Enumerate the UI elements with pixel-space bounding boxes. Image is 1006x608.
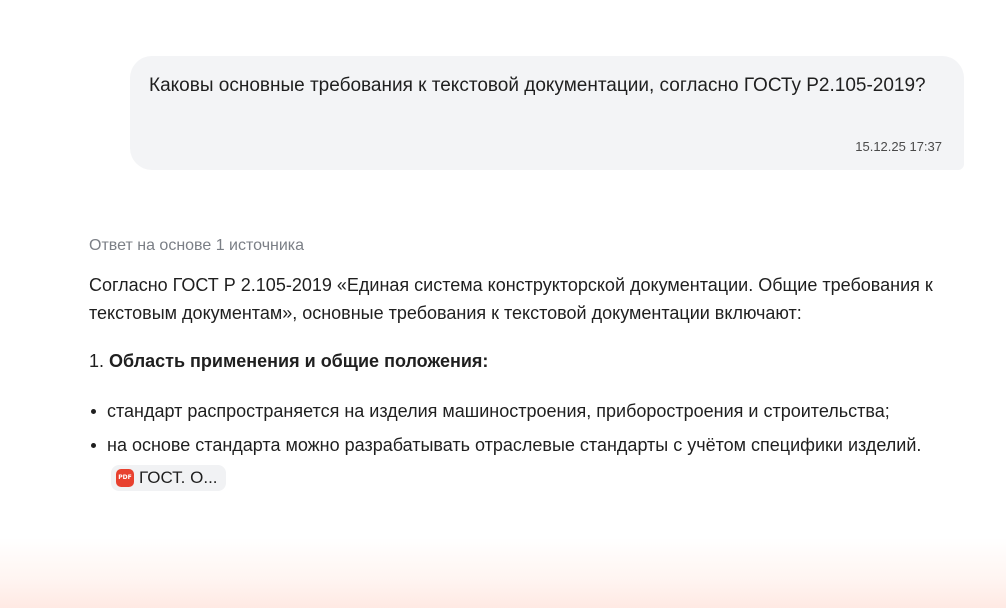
source-chip-label: ГОСТ. О... [139, 468, 218, 487]
list-item: на основе стандарта можно разрабатывать … [89, 431, 949, 491]
user-message-bubble: Каковы основные требования к текстовой д… [130, 56, 964, 170]
pdf-icon: PDF [116, 469, 134, 487]
bullet-list: стандарт распространяется на изделия маш… [89, 397, 949, 491]
bullet-text: стандарт распространяется на изделия маш… [107, 401, 890, 421]
sources-label[interactable]: Ответ на основе 1 источника [89, 234, 949, 258]
bottom-gradient [0, 538, 1006, 608]
answer-intro: Согласно ГОСТ Р 2.105-2019 «Единая систе… [89, 275, 933, 323]
section-number: 1. [89, 351, 105, 371]
source-chip[interactable]: PDF ГОСТ. О... [111, 465, 226, 491]
user-message-text: Каковы основные требования к текстовой д… [149, 75, 926, 96]
section-heading: 1. Область применения и общие положения: [89, 347, 949, 375]
message-timestamp: 15.12.25 17:37 [855, 139, 942, 154]
section-title: Область применения и общие положения: [109, 351, 489, 371]
bullet-text: на основе стандарта можно разрабатывать … [107, 435, 922, 455]
assistant-answer: Ответ на основе 1 источника Согласно ГОС… [89, 234, 949, 497]
list-item: стандарт распространяется на изделия маш… [89, 397, 949, 425]
